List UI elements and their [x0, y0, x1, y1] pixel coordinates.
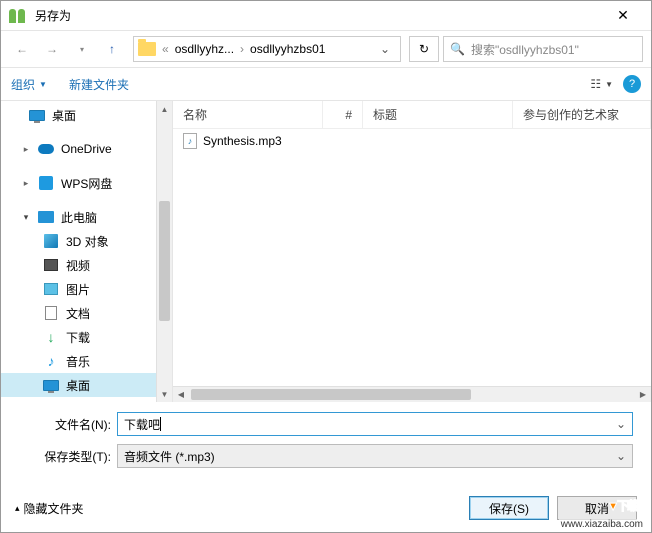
- picture-icon: [44, 283, 58, 295]
- toolbar: 组织▼ 新建文件夹 ☷ ▼ ?: [1, 67, 651, 101]
- nav-row: ← → ▾ ↑ « osdllyyhz... › osdllyyhzbs01 ⌄…: [1, 31, 651, 67]
- scroll-down-button[interactable]: ▼: [157, 386, 172, 402]
- chevron-up-icon: ▴: [15, 503, 20, 514]
- document-icon: [45, 306, 57, 320]
- audio-file-icon: ♪: [183, 133, 197, 149]
- music-icon: ♪: [43, 354, 59, 368]
- filetype-select[interactable]: 音频文件 (*.mp3) ⌄: [117, 444, 633, 468]
- search-icon: 🔍: [450, 42, 465, 56]
- window-title: 另存为: [35, 7, 603, 24]
- chevron-down-icon[interactable]: ⌄: [616, 449, 626, 463]
- desktop-icon: [43, 380, 59, 391]
- tree: 桌面 ▸OneDrive ▸WPS网盘 ▾此电脑 3D 对象 视频 图片 文档 …: [1, 101, 172, 402]
- scroll-left-button[interactable]: ◀: [173, 387, 189, 402]
- sidebar-item-desktop[interactable]: 桌面: [1, 103, 172, 127]
- view-button[interactable]: ☷ ▼: [590, 77, 613, 91]
- 3d-icon: [44, 234, 58, 248]
- chevron-down-icon[interactable]: ▾: [21, 212, 31, 223]
- sidebar-item-downloads[interactable]: ↓下载: [1, 325, 172, 349]
- file-area: 名称 # 标题 参与创作的艺术家 ♪ Synthesis.mp3 ◀ ▶: [173, 101, 651, 402]
- chevron-down-icon[interactable]: ⌄: [616, 417, 626, 431]
- search-input[interactable]: 🔍 搜索"osdllyyhzbs01": [443, 36, 643, 62]
- cloud-icon: [38, 144, 54, 154]
- sidebar-item-music[interactable]: ♪音乐: [1, 349, 172, 373]
- sidebar-item-desktop-sel[interactable]: 桌面: [1, 373, 172, 397]
- forward-button[interactable]: →: [39, 36, 65, 62]
- filename-label: 文件名(N):: [19, 416, 117, 433]
- sidebar-item-wps[interactable]: ▸WPS网盘: [1, 171, 172, 195]
- column-headers: 名称 # 标题 参与创作的艺术家: [173, 101, 651, 129]
- chevron-right-icon: ›: [240, 42, 244, 56]
- sidebar-item-thispc[interactable]: ▾此电脑: [1, 205, 172, 229]
- filename-input[interactable]: 下载吧 ⌄: [117, 412, 633, 436]
- refresh-button[interactable]: ↻: [409, 36, 439, 62]
- desktop-icon: [29, 110, 45, 121]
- download-icon: ↓: [43, 330, 59, 344]
- scroll-up-button[interactable]: ▲: [157, 101, 172, 117]
- close-button[interactable]: ✕: [603, 7, 643, 24]
- cancel-button[interactable]: 取消: [557, 496, 637, 520]
- sidebar: 桌面 ▸OneDrive ▸WPS网盘 ▾此电脑 3D 对象 视频 图片 文档 …: [1, 101, 173, 402]
- body: 桌面 ▸OneDrive ▸WPS网盘 ▾此电脑 3D 对象 视频 图片 文档 …: [1, 101, 651, 402]
- sidebar-item-disk-c[interactable]: ▸本地磁盘 (C:): [1, 397, 172, 402]
- help-button[interactable]: ?: [623, 75, 641, 93]
- sidebar-item-onedrive[interactable]: ▸OneDrive: [1, 137, 172, 161]
- breadcrumb-dropdown[interactable]: ⌄: [374, 42, 396, 56]
- save-button[interactable]: 保存(S): [469, 496, 549, 520]
- video-icon: [44, 259, 58, 271]
- scroll-right-button[interactable]: ▶: [635, 387, 651, 402]
- breadcrumb-seg1[interactable]: osdllyyhz...: [175, 42, 234, 56]
- hide-folders-button[interactable]: ▴ 隐藏文件夹: [15, 500, 84, 517]
- sidebar-item-docs[interactable]: 文档: [1, 301, 172, 325]
- sidebar-item-pictures[interactable]: 图片: [1, 277, 172, 301]
- col-title[interactable]: 标题: [363, 101, 513, 128]
- pc-icon: [38, 211, 54, 223]
- filetype-label: 保存类型(T):: [19, 448, 117, 465]
- file-row[interactable]: ♪ Synthesis.mp3: [173, 129, 651, 153]
- col-number[interactable]: #: [323, 101, 363, 128]
- hscroll-thumb[interactable]: [191, 389, 471, 400]
- save-form: 文件名(N): 下载吧 ⌄ 保存类型(T): 音频文件 (*.mp3) ⌄: [1, 402, 651, 482]
- search-placeholder: 搜索"osdllyyhzbs01": [471, 41, 579, 58]
- organize-button[interactable]: 组织▼: [11, 76, 47, 93]
- view-icon: ☷: [590, 77, 601, 91]
- scroll-thumb[interactable]: [159, 201, 170, 321]
- wps-icon: [39, 176, 53, 190]
- new-folder-button[interactable]: 新建文件夹: [69, 76, 129, 93]
- breadcrumb[interactable]: « osdllyyhz... › osdllyyhzbs01 ⌄: [133, 36, 401, 62]
- file-list[interactable]: ♪ Synthesis.mp3: [173, 129, 651, 386]
- folder-icon: [138, 42, 156, 56]
- breadcrumb-seg2[interactable]: osdllyyhzbs01: [250, 42, 325, 56]
- footer: ▴ 隐藏文件夹 保存(S) 取消: [1, 484, 651, 532]
- sidebar-scrollbar[interactable]: ▲ ▼: [156, 101, 172, 402]
- col-name[interactable]: 名称: [173, 101, 323, 128]
- horizontal-scrollbar[interactable]: ◀ ▶: [173, 386, 651, 402]
- col-artist[interactable]: 参与创作的艺术家: [513, 101, 651, 128]
- recent-dropdown[interactable]: ▾: [69, 36, 95, 62]
- file-name: Synthesis.mp3: [203, 134, 282, 148]
- sidebar-item-3d[interactable]: 3D 对象: [1, 229, 172, 253]
- app-icon: [9, 9, 27, 23]
- sidebar-item-video[interactable]: 视频: [1, 253, 172, 277]
- titlebar: 另存为 ✕: [1, 1, 651, 31]
- up-button[interactable]: ↑: [99, 36, 125, 62]
- back-button[interactable]: ←: [9, 36, 35, 62]
- chevron-right-icon[interactable]: ▸: [21, 178, 31, 189]
- chevron-right-icon[interactable]: ▸: [21, 144, 31, 155]
